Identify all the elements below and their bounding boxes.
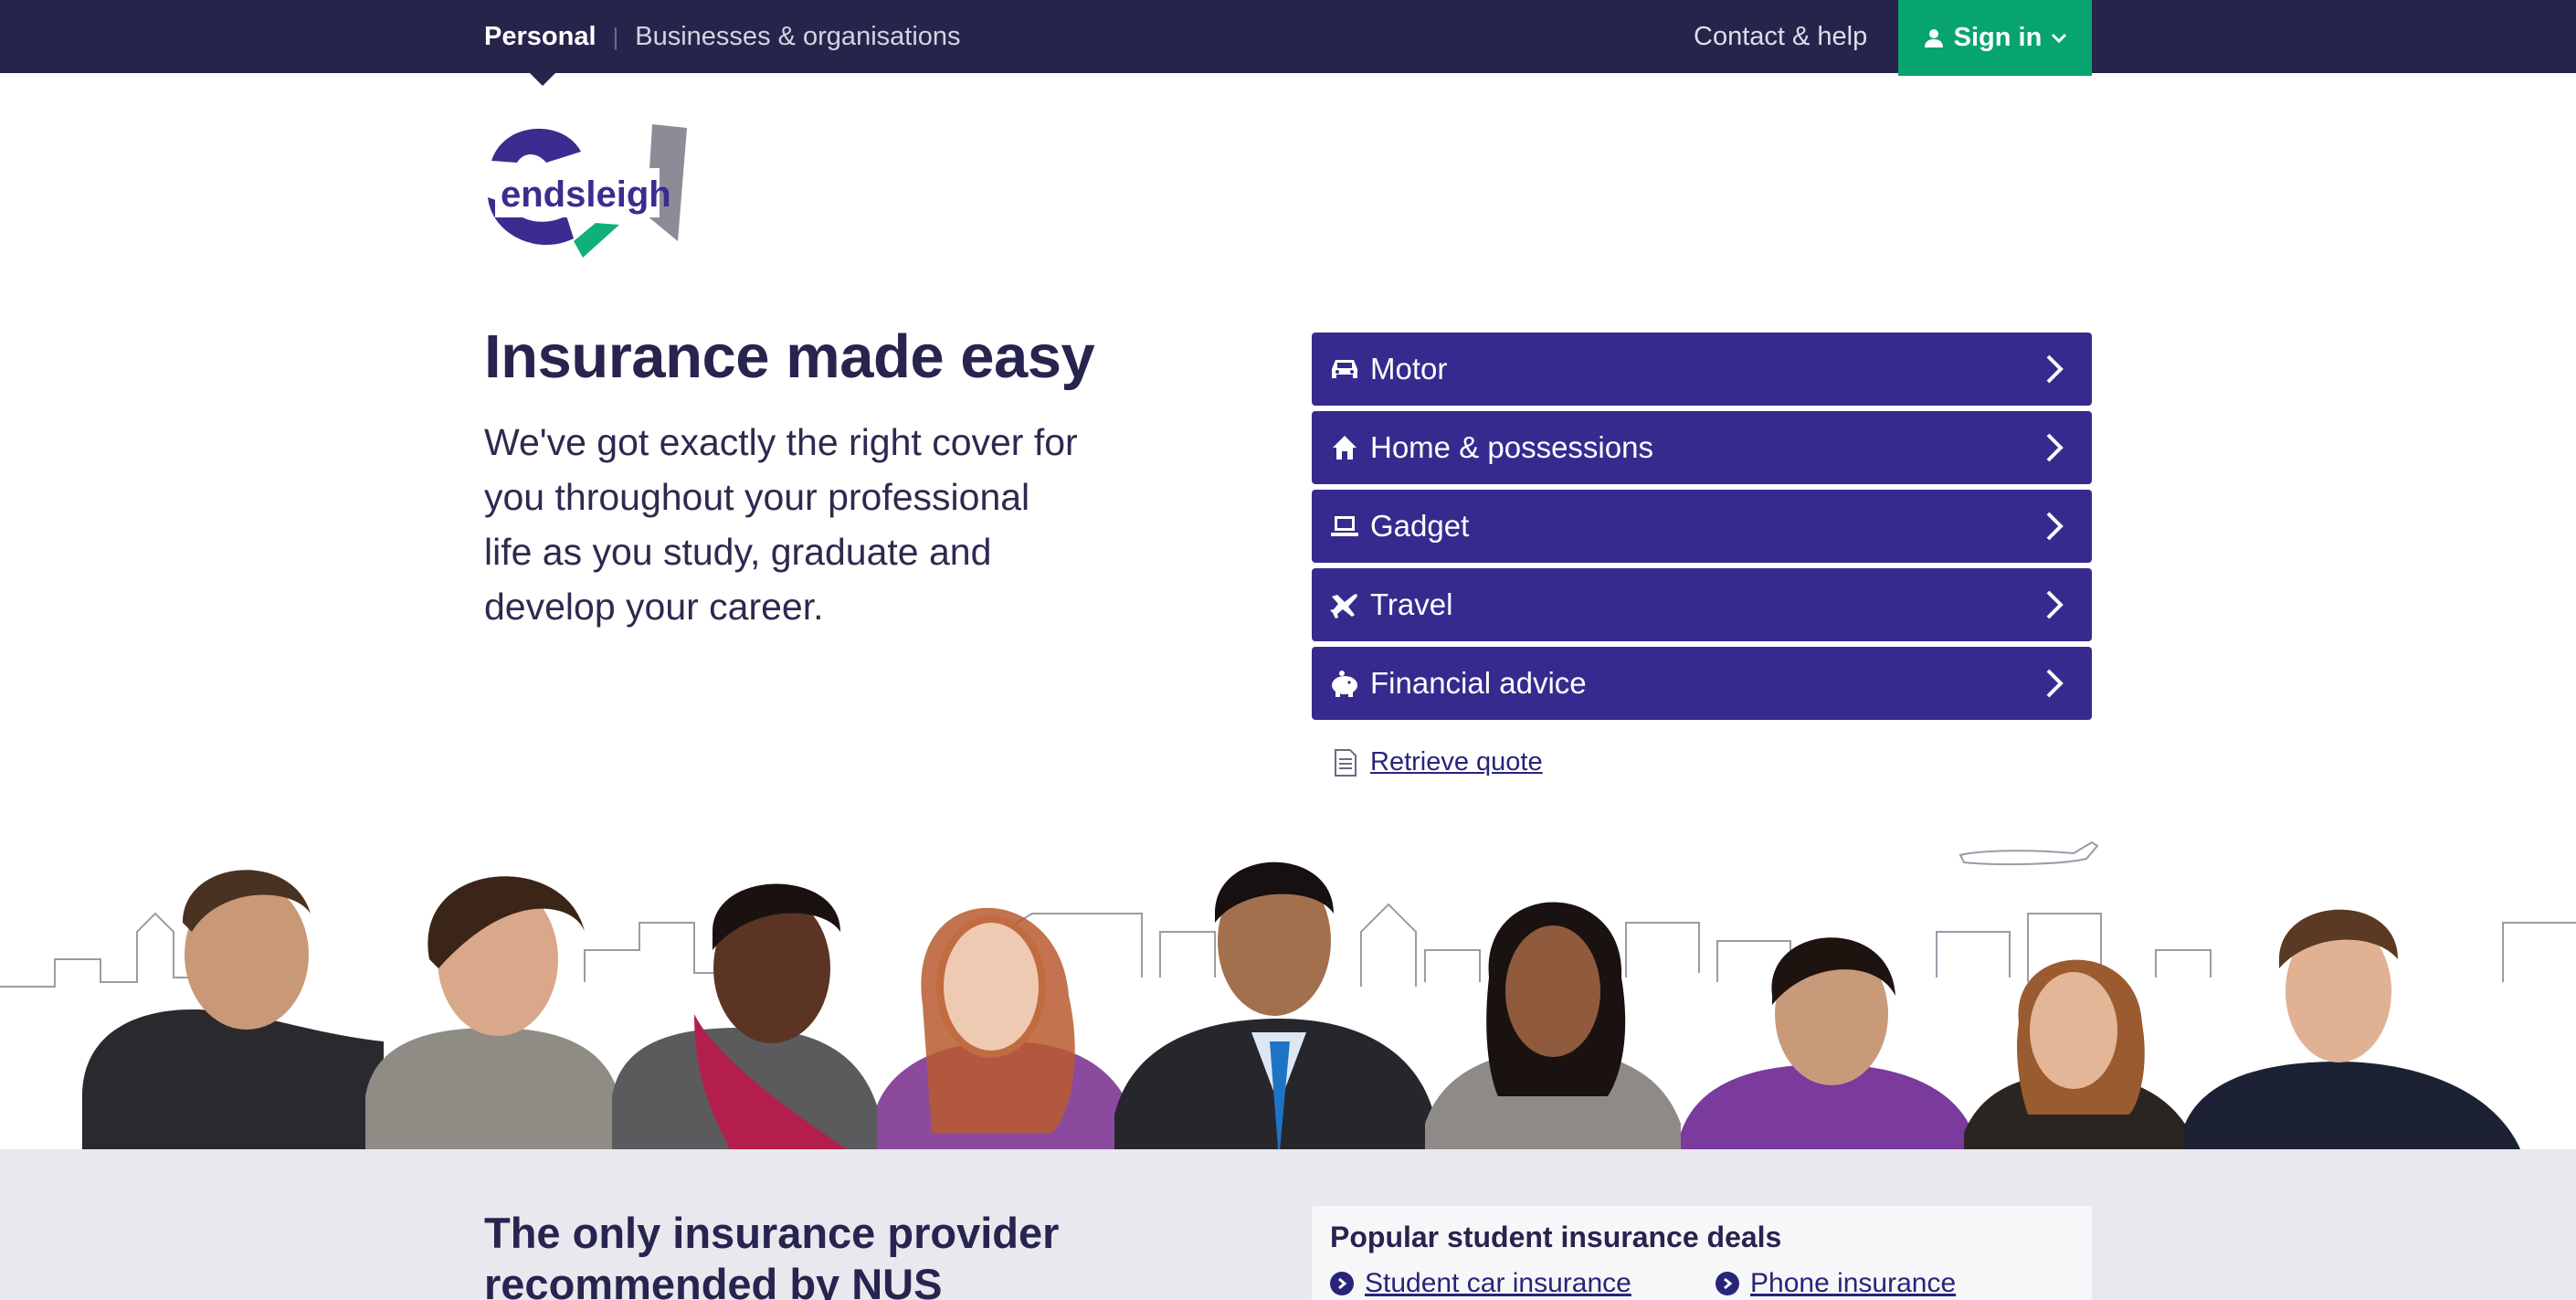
active-caret (528, 71, 557, 86)
chevron-right-icon (2046, 433, 2064, 462)
chevron-right-icon (2046, 590, 2064, 619)
house-icon (1328, 431, 1361, 464)
hero-line: you throughout your professional (484, 476, 1030, 518)
laptop-icon (1328, 510, 1361, 543)
document-icon (1335, 748, 1357, 777)
product-list: Motor Home & possessions Gadget Travel F… (1312, 333, 2092, 725)
nus-recommendation-title: The only insurance provider recommended … (484, 1209, 1060, 1300)
chevron-circle-icon (1330, 1272, 1354, 1295)
product-label: Gadget (1370, 509, 1470, 543)
hero-line: life as you study, graduate and (484, 531, 992, 573)
product-label: Travel (1370, 587, 1453, 621)
product-gadget-button[interactable]: Gadget (1312, 490, 2092, 563)
deal-label: Student car insurance (1365, 1268, 1631, 1298)
nav-separator: | (612, 22, 619, 50)
contact-help-link[interactable]: Contact & help (1694, 0, 1867, 73)
product-financial-advice-button[interactable]: Financial advice (1312, 647, 2092, 720)
hero-line: develop your career. (484, 586, 824, 628)
popular-deals-panel: Popular student insurance deals Student … (1312, 1206, 2092, 1300)
student-car-insurance-link[interactable]: Student car insurance (1330, 1268, 1631, 1299)
sign-in-label: Sign in (1953, 23, 2043, 52)
car-icon (1328, 353, 1361, 386)
top-navigation-bar (0, 0, 2576, 73)
hero-line: We've got exactly the right cover for (484, 421, 1078, 463)
product-label: Financial advice (1370, 666, 1587, 700)
logo-wordmark: endsleigh (501, 174, 671, 215)
sign-in-button[interactable]: Sign in (1898, 0, 2092, 76)
plane-icon (1328, 588, 1361, 621)
chevron-right-icon (2046, 669, 2064, 698)
chevron-down-icon (2052, 33, 2067, 43)
recommendation-section (0, 1149, 2576, 1300)
audience-switcher: Personal | Businesses & organisations (484, 0, 961, 73)
students-cityscape-banner (0, 840, 2576, 1178)
product-label: Motor (1370, 352, 1448, 386)
popular-deals-title: Popular student insurance deals (1330, 1221, 1782, 1253)
phone-insurance-link[interactable]: Phone insurance (1716, 1268, 1956, 1299)
user-icon (1924, 28, 1943, 48)
personal-link[interactable]: Personal (484, 22, 596, 52)
hero-description: We've got exactly the right cover for yo… (484, 415, 1142, 634)
product-motor-button[interactable]: Motor (1312, 333, 2092, 406)
chevron-circle-icon (1716, 1272, 1739, 1295)
retrieve-quote-label: Retrieve quote (1370, 747, 1543, 777)
student-group-photo (82, 861, 2521, 1178)
piggy-bank-icon (1328, 667, 1361, 700)
chevron-right-icon (2046, 354, 2064, 384)
chevron-right-icon (2046, 512, 2064, 541)
deal-label: Phone insurance (1750, 1268, 1957, 1298)
product-label: Home & possessions (1370, 430, 1653, 464)
endsleigh-logo[interactable]: endsleigh (482, 124, 688, 258)
hero-title: Insurance made easy (484, 322, 1095, 391)
product-home-button[interactable]: Home & possessions (1312, 411, 2092, 484)
retrieve-quote-link[interactable]: Retrieve quote (1334, 747, 1543, 777)
product-travel-button[interactable]: Travel (1312, 568, 2092, 641)
businesses-link[interactable]: Businesses & organisations (635, 22, 960, 52)
